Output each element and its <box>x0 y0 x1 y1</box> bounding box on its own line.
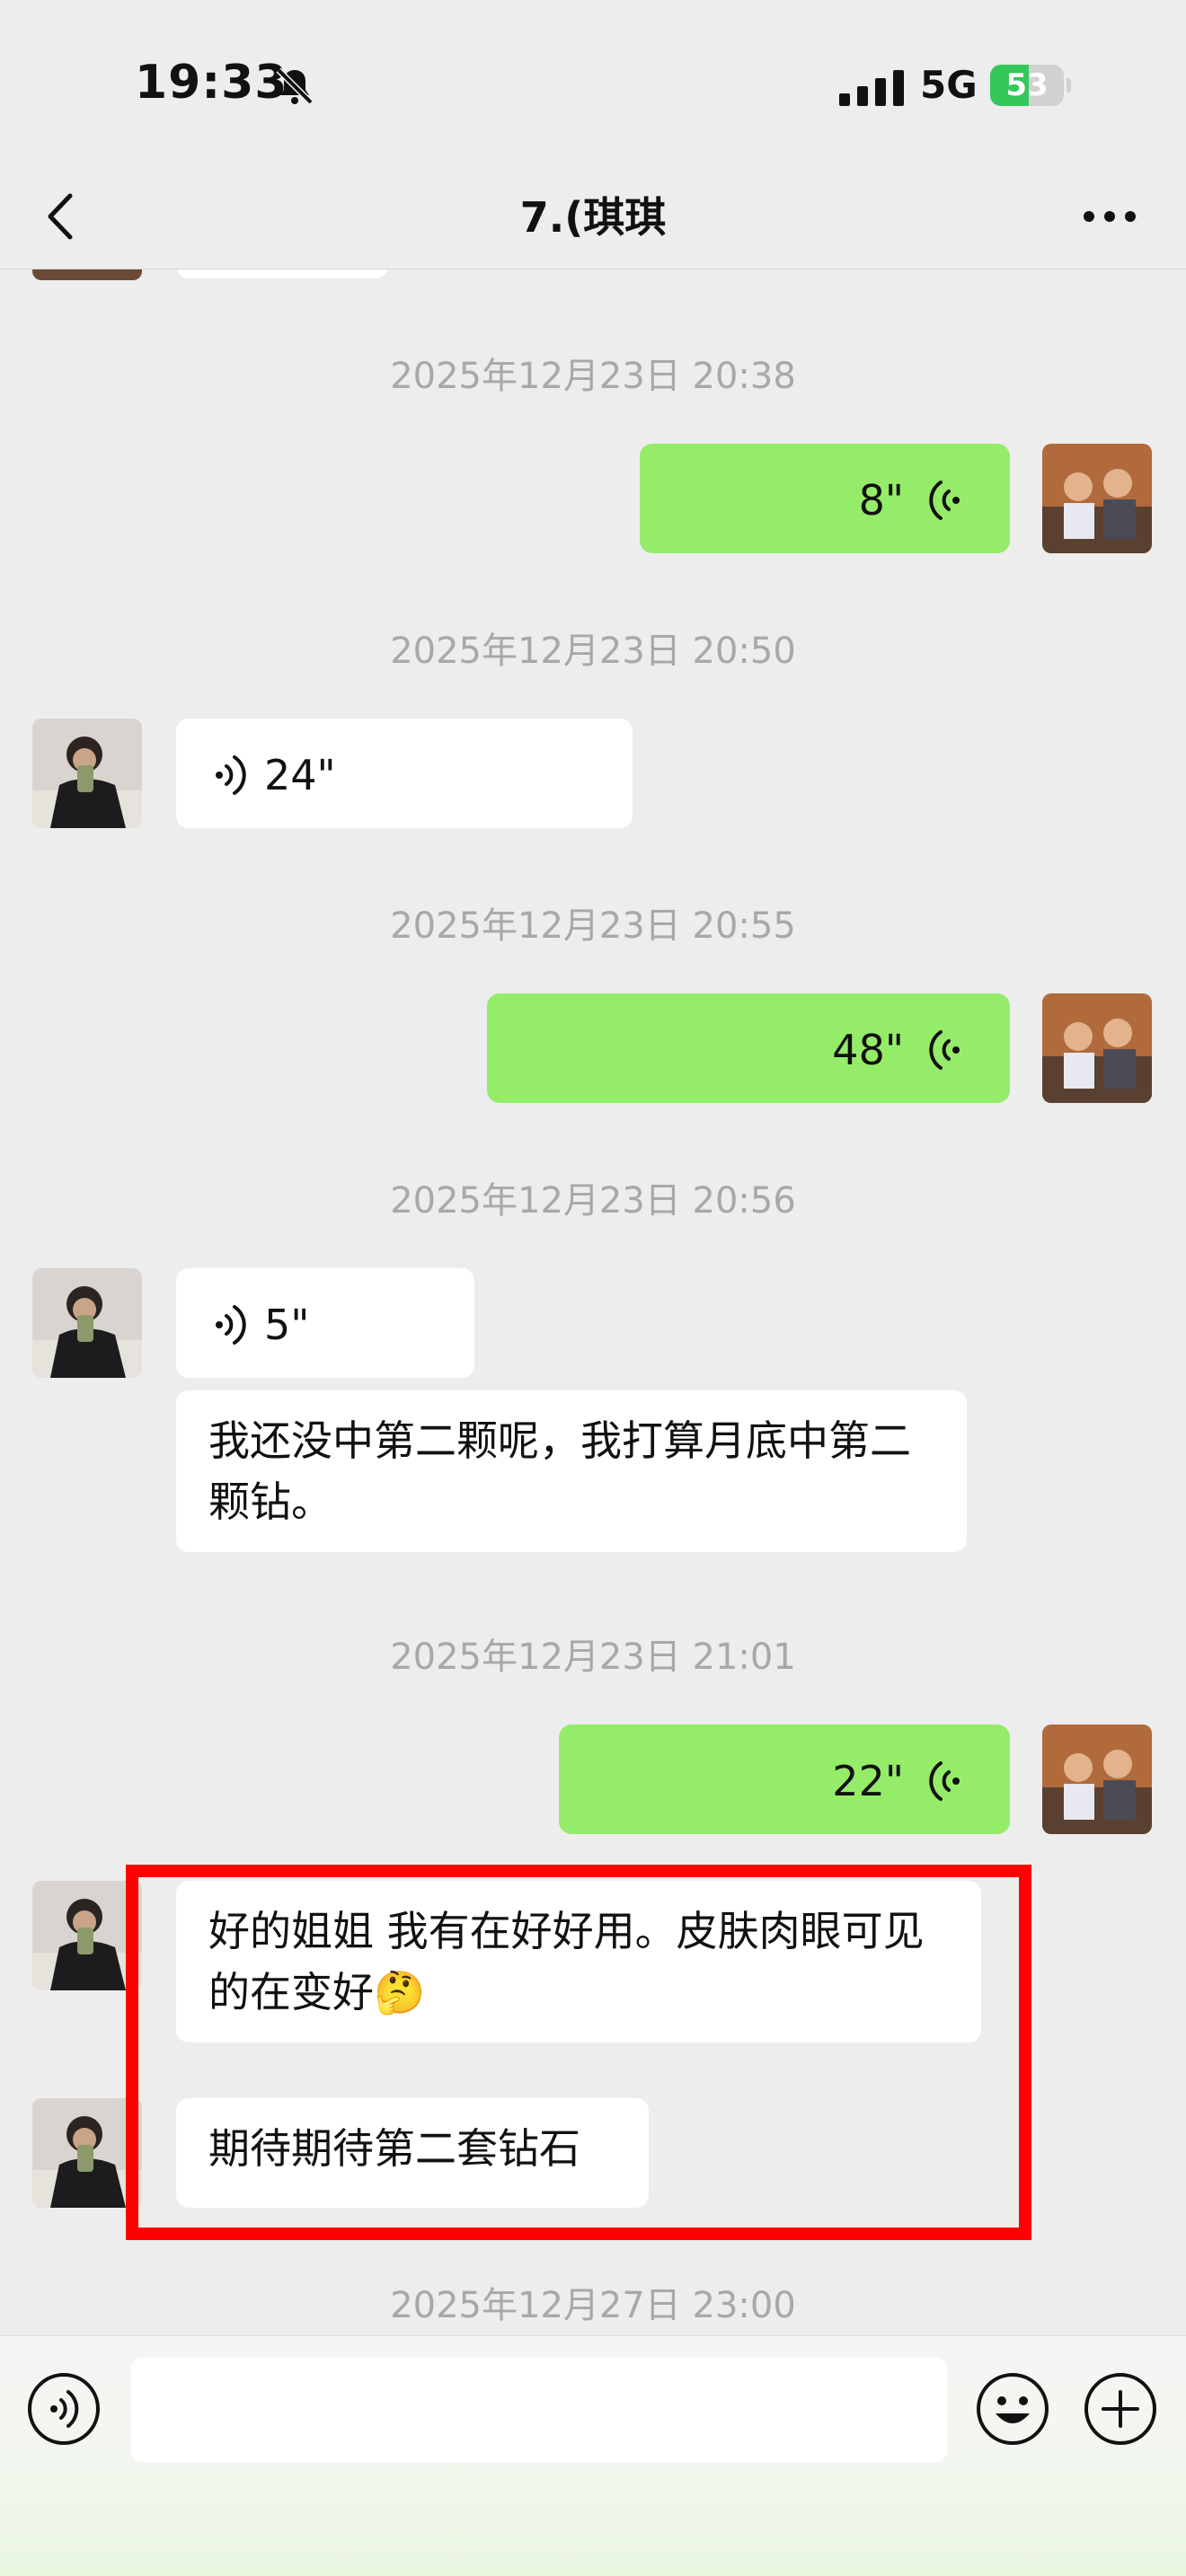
plus-icon[interactable] <box>1082 2370 1159 2448</box>
chat-title: 7.(琪琪 <box>519 193 667 242</box>
voice-wave-icon <box>929 481 960 520</box>
text-message-in[interactable]: 我还没中第二颗呢，我打算月底中第二颗钻。 <box>176 1390 967 1552</box>
status-time: 19:33 <box>135 56 288 110</box>
message-text: 我还没中第二颗呢，我打算月底中第二颗钻。 <box>208 1416 911 1526</box>
voice-wave-icon <box>216 755 246 795</box>
status-bar: 19:33 5G 53 <box>0 0 1186 162</box>
battery-percent: 53 <box>1005 67 1049 103</box>
voice-duration: 22" <box>832 1757 904 1805</box>
input-bar <box>0 2335 1186 2576</box>
more-icon[interactable] <box>1078 194 1141 239</box>
my-avatar[interactable] <box>1042 444 1152 553</box>
voice-duration: 8" <box>858 476 904 525</box>
nav-bar: 7.(琪琪 <box>0 162 1186 269</box>
voice-duration: 48" <box>832 1026 904 1074</box>
voice-message-in[interactable]: 24" <box>176 719 633 828</box>
voice-message-out[interactable]: 22" <box>559 1725 1010 1834</box>
voice-message-out[interactable]: 48" <box>487 993 1010 1103</box>
back-icon[interactable] <box>36 185 86 248</box>
signal-icon <box>839 70 904 106</box>
timestamp: 2025年12月23日 20:50 <box>390 631 796 672</box>
my-avatar[interactable] <box>1042 993 1152 1103</box>
voice-wave-icon <box>929 1030 960 1070</box>
voice-duration: 24" <box>264 751 336 799</box>
highlight-box <box>126 1865 1031 2240</box>
voice-wave-icon <box>929 1761 960 1801</box>
voice-duration: 5" <box>264 1301 310 1349</box>
network-type: 5G <box>920 63 978 107</box>
my-avatar[interactable] <box>1042 1725 1152 1834</box>
voice-toggle-icon[interactable] <box>25 2370 102 2448</box>
message-input[interactable] <box>131 2358 947 2462</box>
timestamp: 2025年12月23日 21:01 <box>390 1636 796 1678</box>
timestamp: 2025年12月23日 20:55 <box>390 905 796 947</box>
timestamp: 2025年12月23日 20:56 <box>390 1180 796 1222</box>
voice-wave-icon <box>216 1305 246 1345</box>
emoji-icon[interactable] <box>974 2370 1051 2448</box>
contact-avatar[interactable] <box>32 1268 142 1378</box>
voice-message-out[interactable]: 8" <box>640 444 1010 553</box>
timestamp: 2025年12月27日 23:00 <box>390 2285 796 2326</box>
contact-avatar[interactable] <box>32 719 142 828</box>
timestamp: 2025年12月23日 20:38 <box>390 356 796 397</box>
voice-message-in[interactable]: 5" <box>176 1268 474 1378</box>
bell-slash-icon <box>276 67 314 105</box>
battery-icon: 53 <box>990 65 1071 106</box>
